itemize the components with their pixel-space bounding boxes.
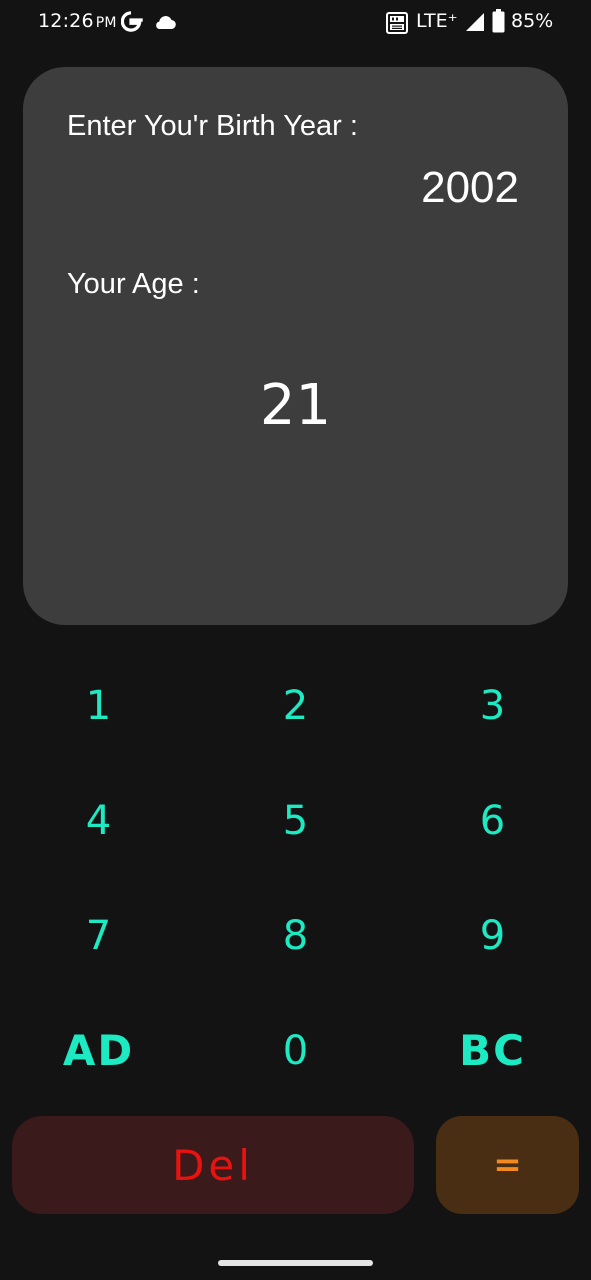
age-label: Your Age :	[67, 268, 200, 300]
display-card: Enter You'r Birth Year : 2002 Your Age :…	[23, 67, 568, 625]
gesture-nav-handle[interactable]	[218, 1260, 373, 1266]
equals-button[interactable]: =	[436, 1116, 579, 1214]
key-8[interactable]: 8	[197, 878, 394, 993]
key-3[interactable]: 3	[394, 648, 591, 763]
status-bar: 12:26 PM LTE⁺ 85%	[0, 0, 591, 46]
key-0[interactable]: 0	[197, 993, 394, 1108]
network-type: LTE⁺	[416, 10, 458, 32]
cloud-icon	[156, 16, 176, 30]
status-time-group: 12:26 PM	[38, 10, 117, 32]
key-6[interactable]: 6	[394, 763, 591, 878]
battery-percent: 85%	[511, 10, 554, 32]
keypad: 1 2 3 4 5 6 7 8 9 AD 0 BC	[0, 648, 591, 1108]
key-2[interactable]: 2	[197, 648, 394, 763]
birth-year-label: Enter You'r Birth Year :	[67, 110, 358, 142]
signal-icon	[466, 13, 484, 31]
google-g-icon	[121, 11, 143, 32]
battery-icon	[492, 9, 505, 33]
key-ad[interactable]: AD	[0, 993, 197, 1108]
key-4[interactable]: 4	[0, 763, 197, 878]
status-ampm: PM	[95, 15, 117, 31]
volte-icon	[386, 12, 408, 34]
key-9[interactable]: 9	[394, 878, 591, 993]
app-screen: 12:26PM LTE⁺ 85% Enter You'r Birth Year	[0, 0, 591, 1280]
age-result: 21	[259, 373, 332, 438]
status-time: 12:26	[38, 10, 94, 32]
key-7[interactable]: 7	[0, 878, 197, 993]
delete-button[interactable]: Del	[12, 1116, 414, 1214]
key-bc[interactable]: BC	[394, 993, 591, 1108]
birth-year-input[interactable]: 2002	[421, 163, 519, 213]
key-1[interactable]: 1	[0, 648, 197, 763]
key-5[interactable]: 5	[197, 763, 394, 878]
